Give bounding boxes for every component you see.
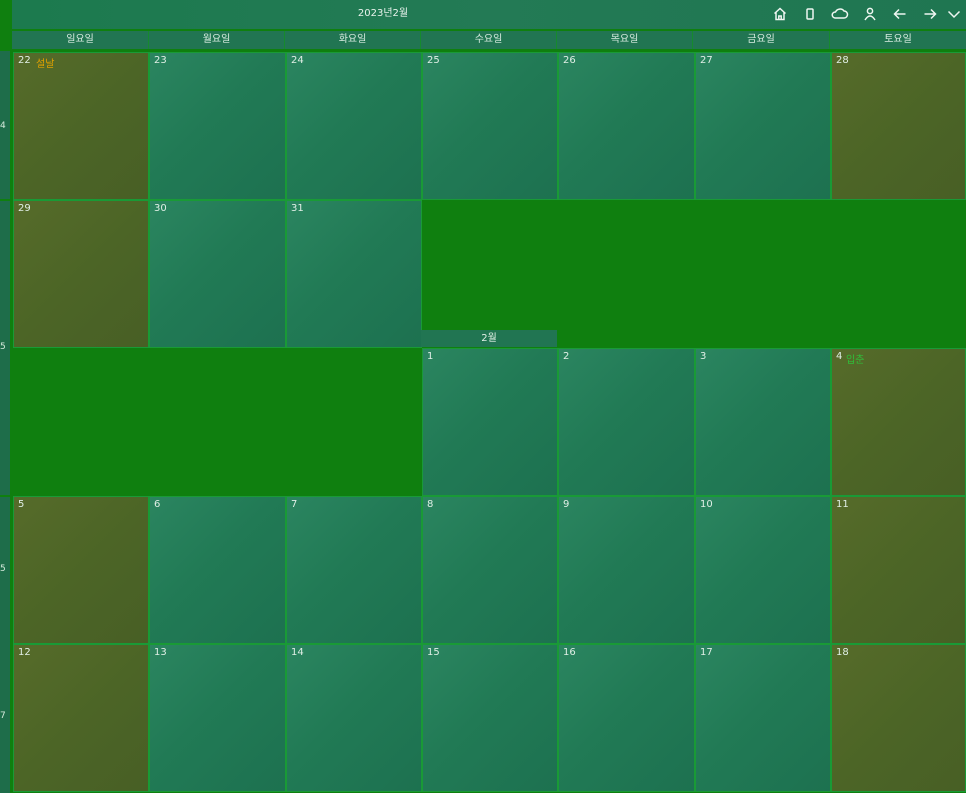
week-number: 7 [0,711,6,721]
day-number: 23 [154,55,167,66]
day-number: 8 [427,499,434,510]
day-cell[interactable]: 27 [695,52,831,200]
title-bar: 2023년2월 [12,0,966,29]
calendar-app: 2023년2월 일요일 월요일 화요일 수요일 목요일 금요일 토요일 4 5 … [0,0,966,793]
day-cell[interactable]: 24 [286,52,422,200]
week-number: 5 [0,342,6,352]
day-cell[interactable]: 15 [422,644,558,792]
tablet-icon[interactable] [799,4,821,24]
day-number: 2 [563,351,570,362]
day-cell[interactable]: 6 [149,496,286,644]
day-number: 31 [291,203,304,214]
day-number: 30 [154,203,167,214]
day-number: 5 [18,499,25,510]
day-number: 18 [836,647,849,658]
day-number: 10 [700,499,713,510]
weekday-wednesday: 수요일 [421,31,557,49]
day-number: 15 [427,647,440,658]
day-number: 1 [427,351,434,362]
day-cell[interactable]: 7 [286,496,422,644]
day-cell[interactable]: 4 입춘 [831,348,966,496]
day-cell[interactable]: 18 [831,644,966,792]
day-number: 27 [700,55,713,66]
weekday-header: 일요일 월요일 화요일 수요일 목요일 금요일 토요일 [12,31,966,49]
day-number: 16 [563,647,576,658]
day-cell[interactable]: 31 [286,200,422,348]
day-cell[interactable]: 28 [831,52,966,200]
day-cell[interactable]: 14 [286,644,422,792]
day-number: 3 [700,351,707,362]
day-number: 17 [700,647,713,658]
day-number: 25 [427,55,440,66]
day-cell[interactable]: 1 [422,348,558,496]
day-cell[interactable]: 12 [13,644,149,792]
day-number: 11 [836,499,849,510]
day-cell[interactable]: 25 [422,52,558,200]
week-number: 5 [0,564,6,574]
day-cell[interactable]: 30 [149,200,286,348]
user-icon[interactable] [859,4,881,24]
day-number: 6 [154,499,161,510]
day-number: 22 [18,55,31,66]
day-number: 13 [154,647,167,658]
day-number: 24 [291,55,304,66]
day-cell[interactable]: 22 설날 [13,52,149,200]
day-cell[interactable]: 23 [149,52,286,200]
arrow-left-icon[interactable] [889,4,911,24]
arrow-right-icon[interactable] [919,4,941,24]
chevron-down-icon[interactable] [943,4,965,24]
week-number: 4 [0,121,6,131]
home-icon[interactable] [769,4,791,24]
weekday-tuesday: 화요일 [285,31,421,49]
month-separator-label: 2월 [421,330,557,347]
day-cell[interactable]: 8 [422,496,558,644]
day-cell[interactable]: 5 [13,496,149,644]
day-cell[interactable]: 3 [695,348,831,496]
day-cell[interactable]: 16 [558,644,695,792]
day-cell[interactable]: 10 [695,496,831,644]
weekday-friday: 금요일 [693,31,830,49]
day-cell[interactable]: 13 [149,644,286,792]
weekday-saturday: 토요일 [830,31,966,49]
calendar-title: 2023년2월 [357,8,409,19]
day-number: 4 [836,351,843,362]
holiday-label: 입춘 [846,355,865,366]
day-cell[interactable]: 17 [695,644,831,792]
cloud-icon[interactable] [829,4,851,24]
day-cell[interactable]: 29 [13,200,149,348]
day-number: 29 [18,203,31,214]
weekday-thursday: 목요일 [557,31,693,49]
week-number-column: 4 5 5 7 [0,51,11,793]
weekday-monday: 월요일 [149,31,285,49]
day-number: 26 [563,55,576,66]
weekday-sunday: 일요일 [12,31,149,49]
day-number: 14 [291,647,304,658]
day-cell[interactable]: 2 [558,348,695,496]
day-number: 9 [563,499,570,510]
day-cell[interactable]: 26 [558,52,695,200]
day-number: 28 [836,55,849,66]
day-cell[interactable]: 11 [831,496,966,644]
day-number: 7 [291,499,298,510]
holiday-label: 설날 [36,59,55,70]
day-cell[interactable]: 9 [558,496,695,644]
day-number: 12 [18,647,31,658]
